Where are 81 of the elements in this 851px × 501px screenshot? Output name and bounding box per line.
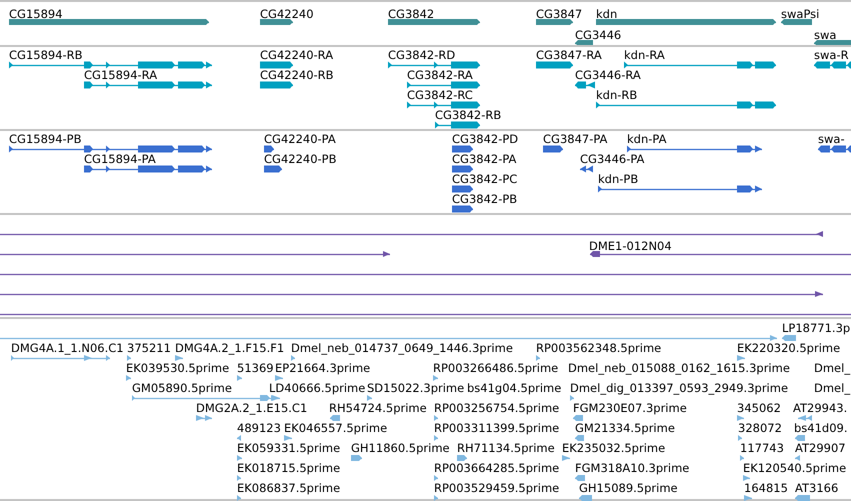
feature-label: RP003266486.5prime: [433, 362, 558, 374]
feature-label: CG3842-RC: [407, 89, 473, 101]
feature-label: GM21334.5prime: [575, 422, 675, 434]
feature-label: CG15894: [9, 8, 63, 20]
feature-label: LD40666.5prime: [269, 382, 366, 394]
feature-label: LP18771.3p: [782, 322, 850, 334]
feature-label: CG3847-PA: [543, 133, 608, 145]
feature-label: kdn: [596, 8, 618, 20]
feature-label: EK046557.5prime: [284, 422, 388, 434]
feature-label: CG42240: [260, 8, 314, 20]
feature-label: bs41d09.: [794, 422, 848, 434]
feature-label: 328072: [738, 422, 782, 434]
feature-label: swa-: [818, 133, 845, 145]
feature-label: CG3446: [575, 29, 622, 41]
feature-label: FGM318A10.3prime: [575, 462, 690, 474]
feature-label: DMG2A.2_1.E15.C1: [196, 402, 308, 414]
feature-label: CG15894-PA: [84, 153, 156, 165]
feature-label: CG42240-PB: [264, 153, 336, 165]
feature-label: EK220320.5prime: [737, 342, 840, 354]
feature-label: EP21664.3prime: [275, 362, 370, 374]
feature-label: EK235032.5prime: [562, 442, 666, 454]
feature-label: CG42240-PA: [264, 133, 336, 145]
feature-label: SD15022.3prime: [367, 382, 464, 394]
feature-label: RH71134.5prime: [457, 442, 555, 454]
feature-label: EK059331.5prime: [237, 442, 340, 454]
feature-label: AT29943.: [793, 402, 848, 414]
feature-label: swa-R: [814, 49, 849, 61]
feature-label: CG3842-RB: [435, 109, 502, 121]
feature-label: RH54724.5prime: [329, 402, 427, 414]
feature-label: kdn-RB: [596, 89, 638, 101]
feature-label: 489123: [237, 422, 281, 434]
feature-label: CG42240-RA: [260, 49, 334, 61]
feature-label: CG3446-RA: [575, 69, 641, 81]
feature-label: CG3842-RA: [407, 69, 473, 81]
feature-label: swa: [814, 29, 836, 41]
feature-label: CG3842-PC: [452, 173, 518, 185]
feature-label: 164815: [744, 482, 788, 494]
feature-label: RP003529459.5prime: [434, 482, 560, 494]
feature-label: Dmel_dig_013397_0593_2949.3prime: [570, 382, 788, 394]
feature-label: DMG4A.2_1.F15.F1: [175, 342, 284, 354]
feature-label: 375211: [127, 342, 171, 354]
feature-label: CG3842-PA: [452, 153, 516, 165]
feature-label: CG3847-RA: [536, 49, 602, 61]
feature-label: AT3166: [795, 482, 838, 494]
feature-label: Dmel_neb_015088_0162_1615.3prime: [568, 362, 790, 374]
feature-label: CG15894-PB: [9, 133, 82, 145]
feature-label: bs41g04.5prime: [467, 382, 562, 394]
feature-label: Dmel_neb_014737_0649_1446.3prime: [291, 342, 513, 354]
feature-label: GH11860.5prime: [351, 442, 450, 454]
feature-label: RP003311399.5prime: [434, 422, 560, 434]
feature-label: kdn-RA: [624, 49, 665, 61]
feature-label: CG15894-RB: [9, 49, 83, 61]
feature-label: 51369: [237, 362, 274, 374]
feature-label: GH15089.5prime: [579, 482, 678, 494]
feature-label: EK120540.5prime: [743, 462, 846, 474]
feature-label: RP003562348.5prime: [536, 342, 662, 354]
feature-label: Dmel_: [814, 362, 850, 374]
feature-label: DMG4A.1_1.N06.C1: [11, 342, 124, 354]
feature-label: Dmel_: [814, 382, 850, 394]
feature-label: 117743: [740, 442, 784, 454]
feature-label: DME1-012N04: [589, 240, 672, 252]
feature-label: CG3842-PD: [452, 133, 518, 145]
feature-label: FGM230E07.3prime: [573, 402, 687, 414]
feature-label: CG3842-PB: [452, 193, 518, 205]
feature-label: CG42240-RB: [260, 69, 334, 81]
feature-label: CG3847: [536, 8, 582, 20]
feature-label: kdn-PB: [598, 173, 638, 185]
feature-label: 345062: [737, 402, 781, 414]
feature-label: swaPsi: [781, 8, 820, 20]
feature-label: CG15894-RA: [84, 69, 158, 81]
feature-label: CG3842: [388, 8, 434, 20]
feature-label: GM05890.5prime: [132, 382, 232, 394]
feature-label: EK039530.5prime: [126, 362, 230, 374]
feature-label: CG3842-RD: [388, 49, 456, 61]
feature-label: AT29907: [795, 442, 846, 454]
feature-label: kdn-PA: [627, 133, 666, 145]
feature-label: RP003256754.5prime: [434, 402, 560, 414]
feature-label: EK086837.5prime: [237, 482, 340, 494]
feature-label: EK018715.5prime: [237, 462, 340, 474]
feature-label: CG3446-PA: [580, 153, 644, 165]
feature-label: RP003664285.5prime: [434, 462, 560, 474]
